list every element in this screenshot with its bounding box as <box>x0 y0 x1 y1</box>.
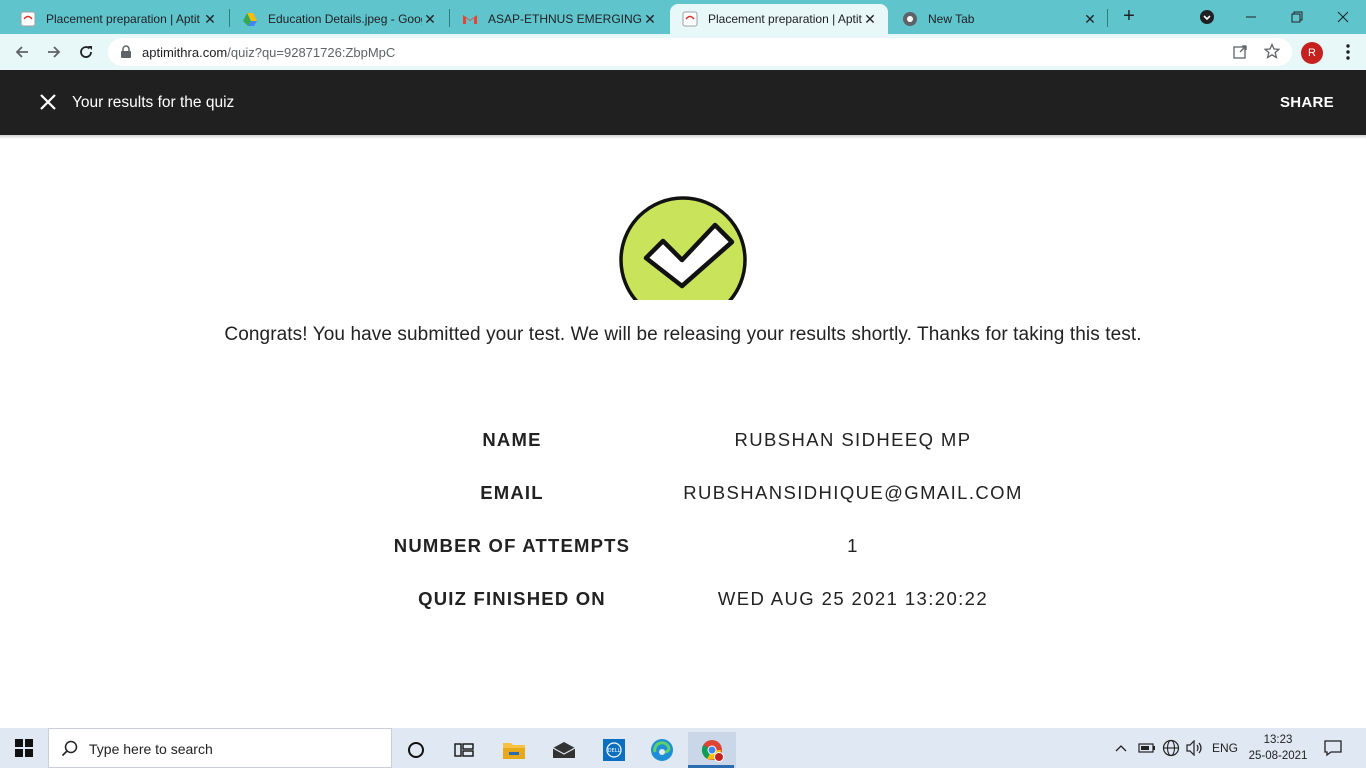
chrome-taskbar-icon[interactable] <box>688 732 736 768</box>
url-host: aptimithra.com <box>142 45 228 60</box>
profile-avatar[interactable]: R <box>1301 42 1323 64</box>
bookmark-star-icon[interactable] <box>1263 42 1281 64</box>
page-title: Your results for the quiz <box>72 94 235 111</box>
search-icon <box>61 740 79 763</box>
cortana-icon[interactable] <box>392 732 440 768</box>
new-tab-plus-icon[interactable]: + <box>1118 6 1140 28</box>
detail-value: WED AUG 25 2021 13:20:22 <box>717 588 989 609</box>
gmail-icon <box>462 11 478 27</box>
tab-title: Placement preparation | Aptit <box>708 12 862 26</box>
detail-row-attempts: NUMBER OF ATTEMPTS 1 <box>0 535 1366 559</box>
detail-label: QUIZ FINISHED ON <box>418 588 606 609</box>
detail-row-name: NAME RUBSHAN SIDHEEQ MP <box>0 429 1366 453</box>
detail-row-email: EMAIL RUBSHANSIDHIQUE@GMAIL.COM <box>0 482 1366 506</box>
chrome-icon <box>902 11 918 27</box>
tab-placement-preparation-1[interactable]: Placement preparation | Aptit ✕ <box>8 4 228 34</box>
tab-title: ASAP-ETHNUS EMERGING TE <box>488 12 642 26</box>
svg-text:DELL: DELL <box>608 748 621 754</box>
detail-value: RUBSHAN SIDHEEQ MP <box>734 429 972 450</box>
reload-icon[interactable] <box>74 40 98 64</box>
search-placeholder: Type here to search <box>89 741 213 757</box>
notifications-icon[interactable] <box>1324 728 1342 768</box>
lock-icon[interactable] <box>120 45 132 64</box>
file-explorer-icon[interactable] <box>490 732 538 768</box>
network-globe-icon[interactable] <box>1162 728 1180 768</box>
tab-education-details[interactable]: Education Details.jpeg - Goog ✕ <box>230 4 448 34</box>
url-path: /quiz?qu=92871726:ZbpMpC <box>227 45 396 60</box>
tab-new-tab[interactable]: New Tab ✕ <box>890 4 1108 34</box>
url-text: aptimithra.com/quiz?qu=92871726:ZbpMpC <box>142 45 395 60</box>
detail-value: 1 <box>847 535 859 556</box>
tab-title: New Tab <box>928 12 975 26</box>
aptimithra-favicon <box>682 11 698 27</box>
edge-browser-icon[interactable] <box>638 732 686 768</box>
tab-close-icon[interactable]: ✕ <box>642 11 658 27</box>
tab-asap-ethnus[interactable]: ASAP-ETHNUS EMERGING TE ✕ <box>450 4 668 34</box>
taskbar-search-input[interactable]: Type here to search <box>48 728 392 768</box>
forward-arrow-icon[interactable] <box>42 40 66 64</box>
window-close-icon[interactable] <box>1320 0 1366 34</box>
detail-label: NAME <box>482 429 542 450</box>
taskbar-clock[interactable]: 13:23 25-08-2021 <box>1240 732 1316 764</box>
tab-separator <box>1107 9 1108 27</box>
clock-time: 13:23 <box>1263 734 1293 746</box>
google-drive-icon <box>242 11 258 27</box>
submission-message: Congrats! You have submitted your test. … <box>224 324 1142 345</box>
dell-app-icon[interactable]: DELL <box>590 732 638 768</box>
browser-toolbar: aptimithra.com/quiz?qu=92871726:ZbpMpC <box>0 34 1366 70</box>
mail-icon[interactable] <box>540 732 588 768</box>
browser-tab-strip: Placement preparation | Aptit ✕ Educatio… <box>0 0 1366 34</box>
detail-value: RUBSHANSIDHIQUE@GMAIL.COM <box>683 482 1023 503</box>
success-check-icon <box>618 196 750 324</box>
tab-close-icon[interactable]: ✕ <box>422 11 438 27</box>
volume-icon[interactable] <box>1186 728 1204 768</box>
detail-label: NUMBER OF ATTEMPTS <box>393 535 631 556</box>
tab-close-icon[interactable]: ✕ <box>1082 11 1098 27</box>
restore-icon[interactable] <box>1274 0 1320 34</box>
results-header: Your results for the quiz SHARE <box>0 70 1366 135</box>
windows-start-icon[interactable] <box>0 728 48 768</box>
detail-label: EMAIL <box>480 482 544 503</box>
task-view-icon[interactable] <box>440 732 488 768</box>
detail-row-finished-on: QUIZ FINISHED ON WED AUG 25 2021 13:20:2… <box>0 588 1366 612</box>
address-bar[interactable]: aptimithra.com/quiz?qu=92871726:ZbpMpC <box>108 38 1292 66</box>
tab-close-icon[interactable]: ✕ <box>862 11 878 27</box>
tab-title: Placement preparation | Aptit <box>46 12 200 26</box>
windows-taskbar: Type here to search DELL ENG 13:23 25-08… <box>0 728 1366 768</box>
input-language[interactable]: ENG <box>1212 728 1238 768</box>
open-in-app-icon[interactable] <box>1232 44 1248 65</box>
battery-icon[interactable] <box>1138 728 1156 768</box>
clock-date: 25-08-2021 <box>1248 750 1308 762</box>
minimize-icon[interactable] <box>1228 0 1274 34</box>
back-arrow-icon[interactable] <box>10 40 34 64</box>
tab-close-icon[interactable]: ✕ <box>202 11 218 27</box>
tab-title: Education Details.jpeg - Goog <box>268 12 422 26</box>
tab-search-icon[interactable] <box>1184 0 1230 34</box>
browser-menu-icon[interactable] <box>1340 42 1356 62</box>
tab-placement-preparation-active[interactable]: Placement preparation | Aptit ✕ <box>670 4 888 34</box>
show-hidden-icons-chevron-icon[interactable] <box>1114 728 1128 768</box>
header-shadow <box>0 135 1366 139</box>
close-icon[interactable] <box>38 92 58 112</box>
aptimithra-favicon <box>20 11 36 27</box>
share-button[interactable]: SHARE <box>1280 94 1334 111</box>
